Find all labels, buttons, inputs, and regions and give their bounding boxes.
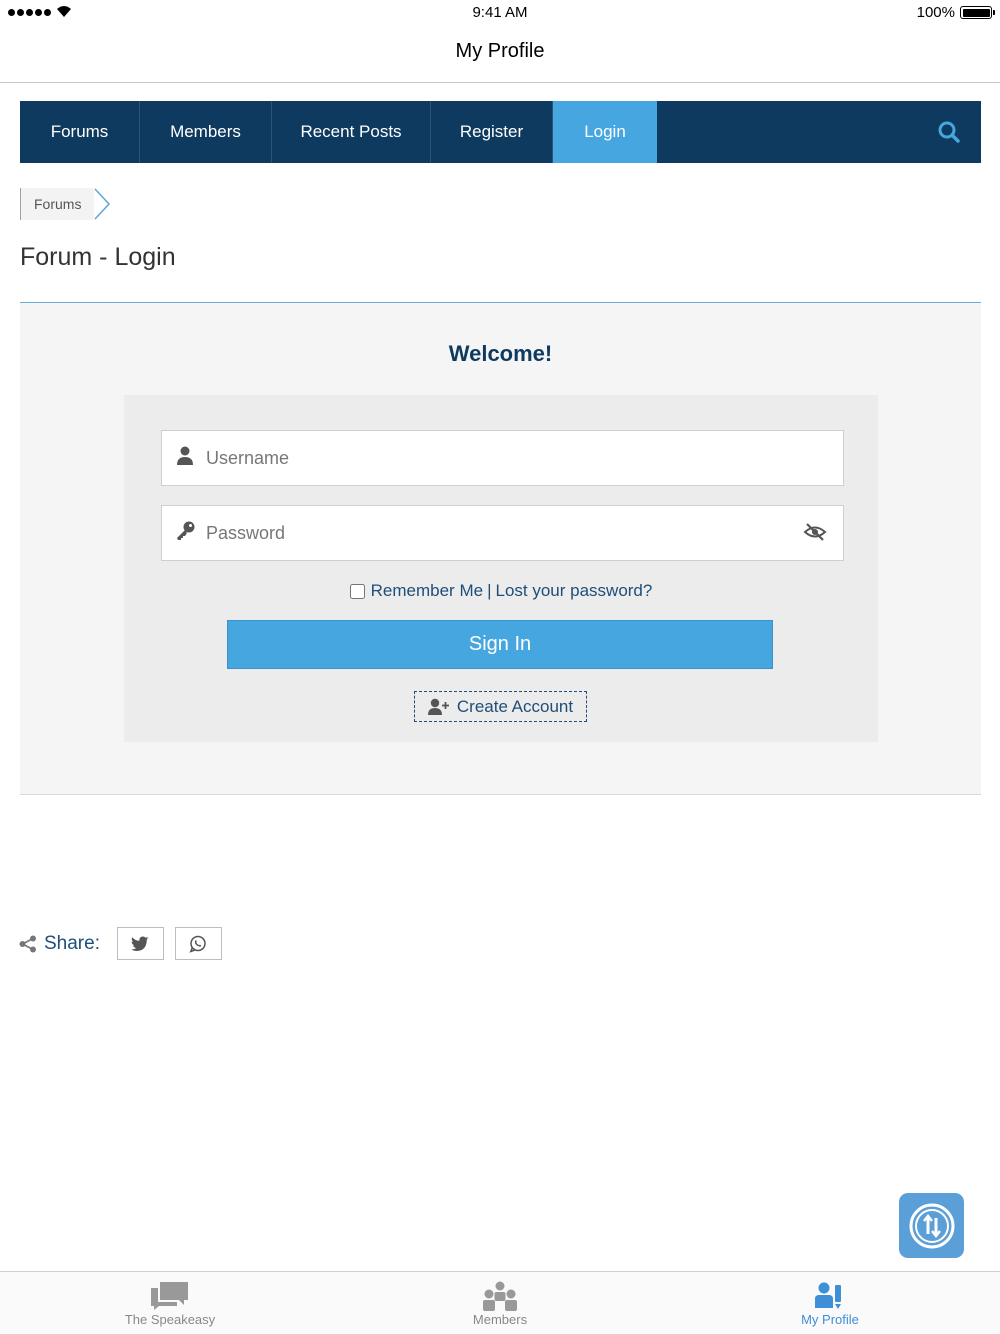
sign-in-button[interactable]: Sign In bbox=[227, 620, 773, 669]
login-panel: Welcome! Remember Me | bbox=[20, 303, 981, 795]
tab-label: The Speakeasy bbox=[124, 1312, 216, 1327]
username-field bbox=[161, 430, 844, 486]
eye-slash-icon[interactable] bbox=[803, 522, 827, 542]
profile-icon bbox=[815, 1282, 841, 1309]
lost-password-link[interactable]: Lost your password? bbox=[495, 581, 652, 601]
password-field bbox=[161, 505, 844, 561]
user-icon bbox=[177, 446, 193, 465]
menu-item-recent-posts[interactable]: Recent Posts bbox=[272, 101, 431, 163]
tab-the-speakeasy[interactable]: The Speakeasy bbox=[70, 1272, 270, 1334]
key-icon bbox=[177, 521, 195, 540]
forum-menu: Forums Members Recent Posts Register Log… bbox=[20, 101, 981, 163]
breadcrumb: Forums bbox=[20, 188, 112, 220]
tab-label: Members bbox=[472, 1312, 528, 1327]
tab-bar: The Speakeasy Members My Profile bbox=[0, 1271, 1000, 1334]
create-account-button[interactable]: Create Account bbox=[414, 691, 587, 722]
scroll-arrows-icon bbox=[909, 1203, 954, 1248]
nav-divider bbox=[0, 82, 1000, 83]
search-icon[interactable] bbox=[937, 120, 961, 144]
nav-title: My Profile bbox=[455, 40, 545, 62]
tab-label: My Profile bbox=[801, 1312, 859, 1327]
breadcrumb-item-forums[interactable]: Forums bbox=[20, 188, 95, 220]
chevron-right-icon bbox=[94, 188, 111, 220]
chat-bubbles-icon bbox=[151, 1282, 188, 1310]
share-label: Share: bbox=[44, 932, 100, 954]
tab-my-profile[interactable]: My Profile bbox=[730, 1272, 930, 1334]
page-title: Forum - Login bbox=[20, 243, 176, 271]
welcome-heading: Welcome! bbox=[448, 341, 553, 366]
tab-members[interactable]: Members bbox=[400, 1272, 600, 1334]
status-bar: 9:41 AM 100% bbox=[0, 0, 1000, 26]
login-form: Remember Me | Lost your password? Sign I… bbox=[124, 395, 878, 742]
create-account-label: Create Account bbox=[456, 696, 574, 716]
battery-icon bbox=[960, 6, 995, 19]
twitter-icon bbox=[131, 936, 149, 951]
remember-row: Remember Me | Lost your password? bbox=[124, 581, 878, 601]
share-icon bbox=[19, 935, 36, 952]
battery-percentage: 100% bbox=[916, 4, 955, 21]
group-icon bbox=[483, 1281, 517, 1311]
floating-action-button[interactable] bbox=[899, 1193, 964, 1258]
password-input[interactable] bbox=[206, 506, 796, 560]
remember-me-checkbox[interactable] bbox=[349, 583, 365, 599]
menu-item-register[interactable]: Register bbox=[431, 101, 553, 163]
whatsapp-share-button[interactable] bbox=[174, 927, 222, 960]
status-time: 9:41 AM bbox=[472, 4, 528, 21]
username-input[interactable] bbox=[206, 431, 796, 485]
menu-item-login[interactable]: Login bbox=[553, 101, 657, 163]
separator: | bbox=[487, 581, 492, 600]
menu-item-members[interactable]: Members bbox=[140, 101, 272, 163]
whatsapp-icon bbox=[190, 935, 207, 953]
twitter-share-button[interactable] bbox=[116, 927, 164, 960]
share-row: Share: bbox=[19, 927, 222, 960]
menu-item-forums[interactable]: Forums bbox=[20, 101, 140, 163]
add-user-icon bbox=[427, 698, 449, 715]
remember-me-label[interactable]: Remember Me bbox=[371, 581, 483, 601]
